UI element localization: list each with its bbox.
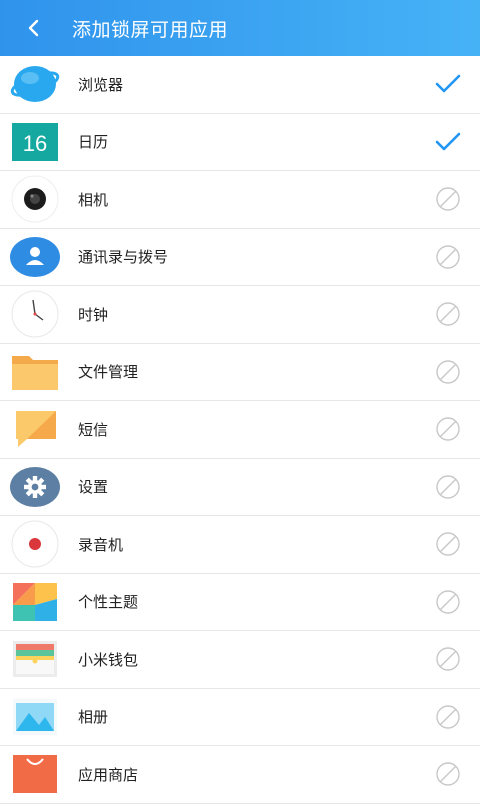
browser-icon <box>10 59 60 109</box>
contacts-icon <box>10 232 60 282</box>
list-item-messages[interactable]: 短信 <box>0 401 480 459</box>
app-label: 应用商店 <box>78 765 139 784</box>
settings-icon <box>10 462 60 512</box>
folder-icon <box>10 347 60 397</box>
list-item-app-store[interactable]: 应用商店 <box>0 746 480 804</box>
unchecked-icon[interactable] <box>434 185 462 213</box>
unchecked-icon[interactable] <box>434 703 462 731</box>
unchecked-icon[interactable] <box>434 760 462 788</box>
app-label: 浏览器 <box>78 75 124 94</box>
clock-icon <box>10 289 60 339</box>
unchecked-icon[interactable] <box>434 530 462 558</box>
app-label: 文件管理 <box>78 363 139 382</box>
checked-icon[interactable] <box>434 128 462 156</box>
app-label: 小米钱包 <box>78 650 139 669</box>
camera-icon <box>10 174 60 224</box>
list-item-recorder[interactable]: 录音机 <box>0 516 480 574</box>
back-arrow-icon <box>28 19 39 37</box>
list-item-calendar[interactable]: 16 日历 <box>0 114 480 171</box>
app-store-icon <box>10 749 60 799</box>
app-label: 短信 <box>78 420 109 439</box>
app-list: 浏览器 16 日历 相机 通讯录与拨号 时钟 文件管理 短信 设置 录音机 个性… <box>0 56 480 804</box>
list-item-contacts[interactable]: 通讯录与拨号 <box>0 229 480 286</box>
calendar-icon: 16 <box>10 117 60 167</box>
list-item-clock[interactable]: 时钟 <box>0 286 480 344</box>
app-label: 通讯录与拨号 <box>78 248 169 267</box>
recorder-icon <box>10 519 60 569</box>
list-item-gallery[interactable]: 相册 <box>0 689 480 746</box>
unchecked-icon[interactable] <box>434 645 462 673</box>
back-button[interactable] <box>6 0 62 56</box>
unchecked-icon[interactable] <box>434 473 462 501</box>
messages-icon <box>10 404 60 454</box>
unchecked-icon[interactable] <box>434 358 462 386</box>
unchecked-icon[interactable] <box>434 243 462 271</box>
calendar-day: 16 <box>23 131 47 156</box>
gallery-icon <box>10 692 60 742</box>
app-label: 个性主题 <box>78 593 139 612</box>
app-label: 设置 <box>78 478 109 497</box>
checked-icon[interactable] <box>434 70 462 98</box>
unchecked-icon[interactable] <box>434 415 462 443</box>
page-title: 添加锁屏可用应用 <box>72 18 229 41</box>
unchecked-icon[interactable] <box>434 588 462 616</box>
list-item-settings[interactable]: 设置 <box>0 459 480 516</box>
app-label: 录音机 <box>78 535 124 554</box>
list-item-wallet[interactable]: 小米钱包 <box>0 631 480 689</box>
list-item-browser[interactable]: 浏览器 <box>0 56 480 114</box>
app-label: 日历 <box>78 133 109 152</box>
list-item-camera[interactable]: 相机 <box>0 171 480 229</box>
app-label: 相册 <box>78 708 109 727</box>
app-label: 相机 <box>78 190 109 209</box>
app-header: 添加锁屏可用应用 <box>0 0 480 56</box>
list-item-file-manager[interactable]: 文件管理 <box>0 344 480 401</box>
app-label: 时钟 <box>78 305 109 324</box>
themes-icon <box>10 577 60 627</box>
unchecked-icon[interactable] <box>434 300 462 328</box>
wallet-icon <box>10 634 60 684</box>
list-item-themes[interactable]: 个性主题 <box>0 574 480 631</box>
